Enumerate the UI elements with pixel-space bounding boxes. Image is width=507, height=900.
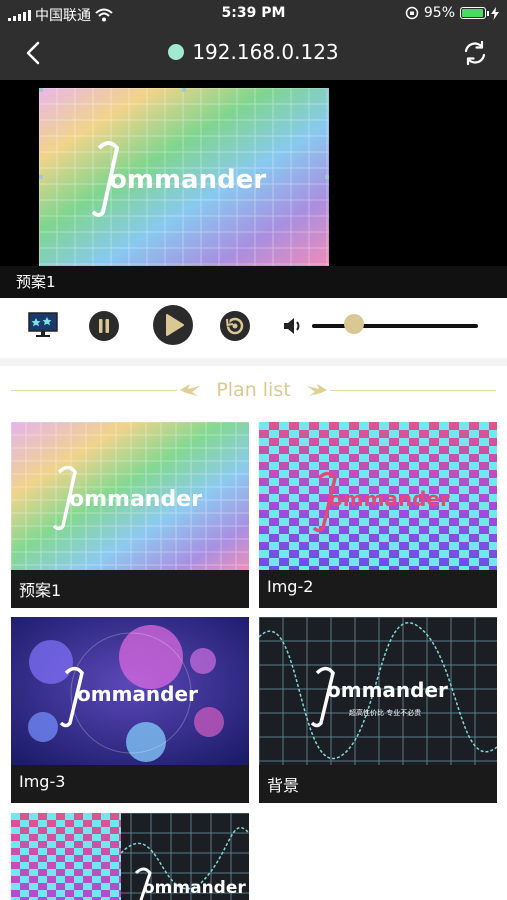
plan-thumbnail-subtitle: 超高性价比 专业不必贵 [349,708,421,717]
plan-card[interactable]: ommander Img-3 [11,617,249,803]
charging-icon [491,6,499,20]
play-button[interactable] [152,304,194,346]
battery-percent: 95% [423,5,455,21]
plan-thumbnail: ommander [11,617,249,765]
nav-bar: 192.168.0.123 [0,28,507,78]
plan-thumbnail-logo: ommander [329,487,450,511]
top-bar: 中国联通 5:39 PM 95% 192.168.0.123 [0,0,507,80]
playback-controls [0,298,507,358]
plan-thumbnail: ommander [11,422,249,570]
plan-card[interactable]: ommander 预案1 [11,422,249,608]
plan-thumbnail: ommander 超高性价比 专业不必贵 [259,617,497,765]
connection-status-icon [168,44,185,60]
refresh-button[interactable] [461,39,489,67]
pause-button[interactable] [88,310,120,342]
ornament-right-icon [307,384,327,396]
plan-thumbnail-logo: ommander [327,678,448,702]
section-divider [0,358,507,366]
status-bar: 中国联通 5:39 PM 95% [0,0,507,28]
plan-card[interactable]: ommander [11,813,249,900]
plan-card-label: Img-3 [19,772,66,791]
preview-caption-bar: 预案1 [0,266,507,298]
plan-thumbnail: ommander [259,422,497,570]
plan-card[interactable]: ommander Img-2 [259,422,497,608]
plan-card-label: Img-2 [267,577,314,596]
volume-slider-knob[interactable] [343,314,364,334]
battery-icon [460,7,489,19]
preview-logo: ommander [109,165,266,195]
plan-thumbnail-logo: ommander [143,878,246,898]
plan-card-label: 预案1 [19,581,62,600]
preview-label: 预案1 [16,273,56,291]
plan-card[interactable]: ommander 超高性价比 专业不必贵 背景 [259,617,497,803]
device-address: 192.168.0.123 [192,40,339,64]
volume-icon[interactable] [282,316,304,336]
orientation-lock-icon [405,6,419,20]
preview-image[interactable]: ommander [39,88,329,266]
plan-thumbnail-logo: ommander [77,682,198,706]
plan-list-header: Plan list [0,366,507,416]
replay-button[interactable] [219,310,251,342]
plan-list-rule-right [330,390,496,391]
device-title: 192.168.0.123 [0,40,507,64]
plan-card-label: 背景 [267,776,300,795]
plan-thumbnail-logo: ommander [69,487,202,512]
preview-area: ommander 预案1 [0,80,507,298]
volume-slider[interactable] [312,324,478,328]
screen-effect-button[interactable] [28,312,58,338]
